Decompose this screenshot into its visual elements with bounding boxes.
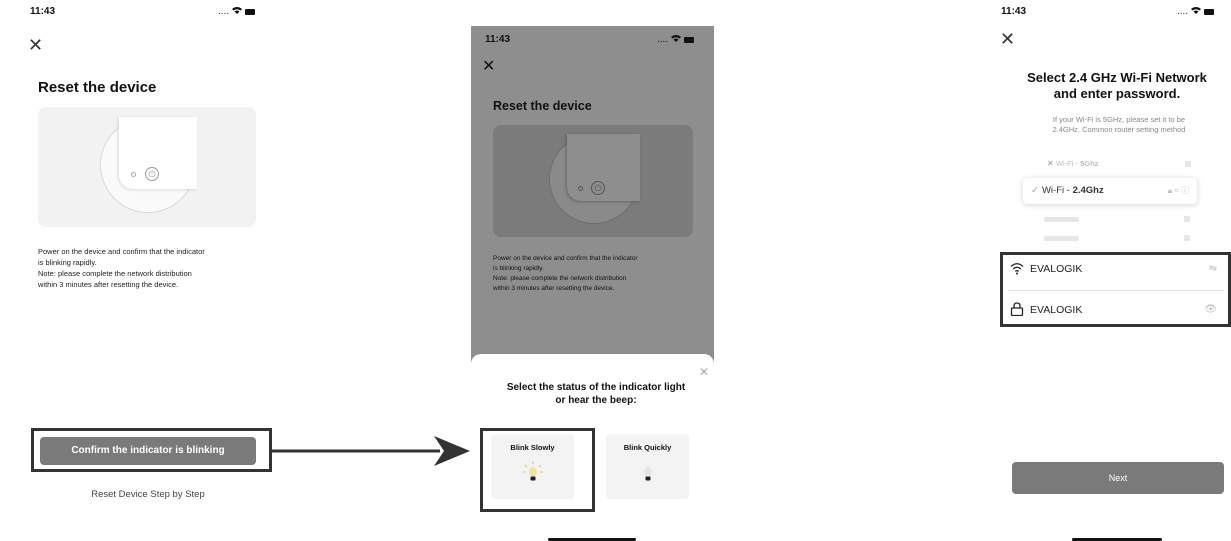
wifi-5ghz-row: ✕ Wi-Fi - 5Ghz (1037, 156, 1199, 172)
status-time: 11:43 (30, 6, 56, 17)
router-setting-link[interactable]: 2.4GHz. Common router setting method (1022, 125, 1216, 135)
next-button[interactable]: Next (1012, 462, 1224, 494)
instructions: Power on the device and confirm that the… (38, 246, 268, 290)
sheet-title-line: or hear the beep: (555, 395, 637, 406)
instructions: Power on the device and confirm that the… (493, 254, 703, 294)
power-button-icon: ⏻ (591, 181, 605, 195)
power-button-icon: ⏻ (145, 167, 159, 181)
page-title: Select 2.4 GHz Wi-Fi Network and enter p… (1012, 70, 1222, 102)
wifi-band: 2.4Ghz (1072, 185, 1104, 196)
confirm-blinking-button[interactable]: Confirm the indicator is blinking (40, 437, 256, 465)
instruction-line: within 3 minutes after resetting the dev… (38, 280, 179, 289)
instruction-line: is blinking rapidly. (493, 265, 544, 272)
placeholder-square (1184, 235, 1190, 241)
bulb-icon (644, 467, 652, 481)
device-illustration: ⏻ (38, 107, 256, 227)
wifi-label: Wi-Fi - (1041, 185, 1073, 196)
indicator-led-icon (131, 172, 136, 177)
option-label: Blink Quickly (623, 443, 672, 452)
reset-device-screen: 11:43 .... ✕ Reset the device ⏻ Power on… (0, 0, 300, 541)
reset-step-by-step-link[interactable]: Reset Device Step by Step (40, 489, 256, 500)
lock-wifi-info-icons: 🔒︎ ≈ ⓘ (1167, 186, 1189, 195)
sheet-title-line: Select the status of the indicator light (506, 382, 686, 393)
password-field[interactable]: EVALOGIK 👁︎ (1002, 296, 1227, 324)
wifi-icon (671, 34, 682, 45)
instruction-line: Power on the device and confirm that the… (493, 255, 638, 262)
instruction-line: Note: please complete the network distri… (38, 269, 192, 278)
indicator-status-screen: 11:43 .... ✕ Reset the device ⏻ Power on… (471, 26, 714, 541)
device-circle: ⏻ (549, 134, 640, 224)
check-icon: ✓ (1031, 185, 1039, 196)
title-line: and enter password. (1053, 86, 1181, 101)
divider (1008, 290, 1224, 291)
device-illustration: ⏻ (493, 125, 693, 237)
battery-icon (684, 36, 695, 43)
flow-arrow-icon (272, 436, 470, 466)
sheet-title: Select the status of the indicator light… (491, 381, 701, 407)
placeholder-bar (1044, 236, 1079, 241)
sheet-close-icon[interactable]: ✕ (699, 365, 709, 379)
password-value: EVALOGIK (1030, 304, 1083, 316)
wifi-24ghz-row: ✓ Wi-Fi - 2.4Ghz 🔒︎ ≈ ⓘ (1023, 178, 1197, 204)
wifi-setup-screen: 11:43 .... ✕ Select 2.4 GHz Wi-Fi Networ… (994, 0, 1231, 541)
battery-icon (1204, 8, 1215, 15)
close-icon[interactable]: ✕ (482, 59, 495, 75)
page-title: Reset the device (38, 79, 157, 96)
wifi-label: Wi-Fi - (1055, 159, 1081, 168)
close-icon[interactable]: ✕ (1000, 30, 1015, 48)
wifi-band: 5Ghz (1080, 159, 1099, 168)
status-icons: .... (657, 34, 695, 45)
placeholder-square (1185, 161, 1191, 167)
subtitle-line: If your Wi-Fi is 5GHz, please set it to … (1052, 115, 1186, 124)
device-circle: ⏻ (100, 117, 197, 213)
close-icon[interactable]: ✕ (28, 36, 43, 54)
instruction-line: is blinking rapidly. (38, 258, 97, 267)
wifi-name-value: EVALOGIK (1030, 263, 1083, 275)
status-time: 11:43 (1001, 6, 1027, 17)
cross-icon: ✕ (1047, 159, 1056, 168)
status-icons: .... (218, 6, 256, 17)
wifi-icon (232, 6, 243, 17)
title-line: Select 2.4 GHz Wi-Fi Network (1027, 70, 1207, 85)
instruction-line: Note: please complete the network distri… (493, 275, 627, 282)
signal-dots: .... (1177, 6, 1189, 17)
placeholder-square (1184, 216, 1190, 222)
status-icons: .... (1177, 6, 1215, 17)
blink-quickly-option[interactable]: Blink Quickly (606, 434, 689, 499)
instruction-line: within 3 minutes after resetting the dev… (493, 285, 615, 292)
lock-icon (1010, 302, 1024, 316)
signal-dots: .... (657, 34, 669, 45)
switch-network-icon[interactable]: ⇋ (1209, 255, 1217, 283)
instruction-line: Power on the device and confirm that the… (38, 247, 205, 256)
eye-icon[interactable]: 👁︎ (1204, 296, 1217, 324)
placeholder-bar (1044, 217, 1079, 222)
battery-icon (245, 8, 256, 15)
device-shape (119, 117, 197, 189)
wifi-icon (1010, 263, 1024, 275)
status-time: 11:43 (485, 34, 511, 45)
indicator-led-icon (578, 186, 583, 191)
page-title: Reset the device (493, 99, 592, 113)
wifi-name-field[interactable]: EVALOGIK ⇋ (1002, 255, 1227, 283)
signal-dots: .... (218, 6, 230, 17)
highlight-box (480, 428, 595, 512)
subtitle: If your Wi-Fi is 5GHz, please set it to … (1022, 115, 1216, 135)
wifi-icon (1191, 6, 1202, 17)
